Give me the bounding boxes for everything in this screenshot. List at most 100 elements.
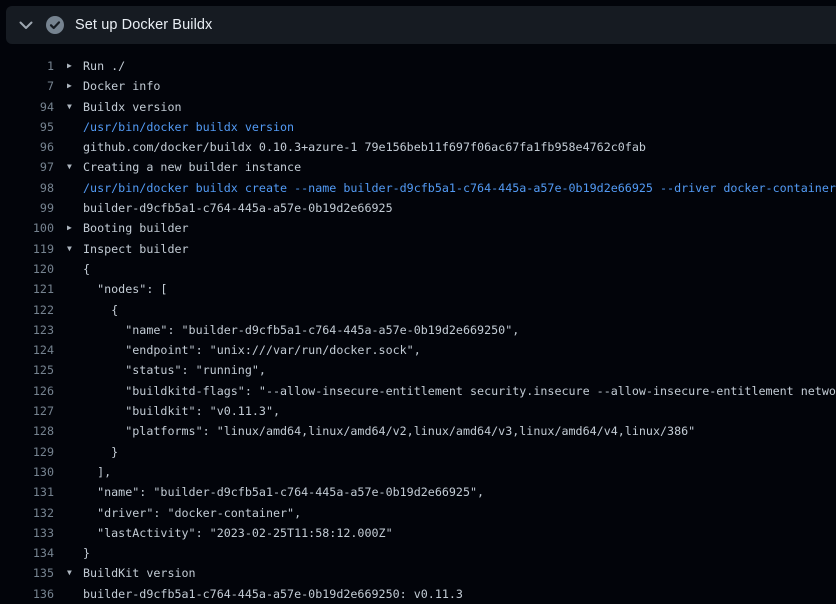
caret-icon[interactable]: ▼ xyxy=(54,239,83,259)
chevron-down-icon[interactable] xyxy=(19,21,33,30)
line-number-link[interactable]: 121 xyxy=(0,279,54,299)
caret-icon xyxy=(54,360,83,380)
log-text: "driver": "docker-container", xyxy=(83,503,301,523)
caret-icon xyxy=(54,381,83,401)
line-number-link[interactable]: 134 xyxy=(0,543,54,563)
log-line: 123 "name": "builder-d9cfb5a1-c764-445a-… xyxy=(0,320,836,340)
log-line: 98 /usr/bin/docker buildx create --name … xyxy=(0,178,836,198)
log-text: "buildkitd-flags": "--allow-insecure-ent… xyxy=(83,381,836,401)
log-text: "buildkit": "v0.11.3", xyxy=(83,401,280,421)
line-number-link[interactable]: 94 xyxy=(0,97,54,117)
log-line: 125 "status": "running", xyxy=(0,360,836,380)
line-number-link[interactable]: 132 xyxy=(0,503,54,523)
log-line[interactable]: 100 ▶ Booting builder xyxy=(0,218,836,238)
log-text: /usr/bin/docker buildx create --name bui… xyxy=(83,178,836,198)
log-text: ], xyxy=(83,462,111,482)
caret-icon xyxy=(54,137,83,157)
log-line: 124 "endpoint": "unix:///var/run/docker.… xyxy=(0,340,836,360)
line-number-link[interactable]: 128 xyxy=(0,421,54,441)
log-line: 120 { xyxy=(0,259,836,279)
caret-icon xyxy=(54,442,83,462)
log-line: 96 github.com/docker/buildx 0.10.3+azure… xyxy=(0,137,836,157)
log-text: "platforms": "linux/amd64,linux/amd64/v2… xyxy=(83,421,695,441)
caret-icon[interactable]: ▼ xyxy=(54,97,83,117)
log-text: github.com/docker/buildx 0.10.3+azure-1 … xyxy=(83,137,646,157)
log-line: 131 "name": "builder-d9cfb5a1-c764-445a-… xyxy=(0,482,836,502)
log-text: /usr/bin/docker buildx version xyxy=(83,117,294,137)
line-number-link[interactable]: 120 xyxy=(0,259,54,279)
log-line: 95 /usr/bin/docker buildx version xyxy=(0,117,836,137)
line-number-link[interactable]: 131 xyxy=(0,482,54,502)
log-line: 128 "platforms": "linux/amd64,linux/amd6… xyxy=(0,421,836,441)
line-number-link[interactable]: 99 xyxy=(0,198,54,218)
line-number-link[interactable]: 135 xyxy=(0,563,54,583)
caret-icon[interactable]: ▼ xyxy=(54,563,83,583)
log-text: "name": "builder-d9cfb5a1-c764-445a-a57e… xyxy=(83,320,519,340)
line-number-link[interactable]: 129 xyxy=(0,442,54,462)
log-text: Run ./ xyxy=(83,56,125,76)
actions-log-viewer: Set up Docker Buildx 1 ▶ Run ./ 7 ▶ Dock… xyxy=(0,0,836,604)
caret-icon xyxy=(54,320,83,340)
log-line: 133 "lastActivity": "2023-02-25T11:58:12… xyxy=(0,523,836,543)
caret-icon xyxy=(54,340,83,360)
log-text: builder-d9cfb5a1-c764-445a-a57e-0b19d2e6… xyxy=(83,198,393,218)
line-number-link[interactable]: 127 xyxy=(0,401,54,421)
log-text: "lastActivity": "2023-02-25T11:58:12.000… xyxy=(83,523,393,543)
line-number-link[interactable]: 124 xyxy=(0,340,54,360)
log-line[interactable]: 94 ▼ Buildx version xyxy=(0,97,836,117)
log-area: 1 ▶ Run ./ 7 ▶ Docker info 94 ▼ Buildx v… xyxy=(0,56,836,604)
log-line: 130 ], xyxy=(0,462,836,482)
line-number-link[interactable]: 126 xyxy=(0,381,54,401)
log-line[interactable]: 7 ▶ Docker info xyxy=(0,76,836,96)
step-title: Set up Docker Buildx xyxy=(75,17,212,33)
step-header[interactable]: Set up Docker Buildx xyxy=(6,6,836,44)
log-text: } xyxy=(83,543,90,563)
log-line: 126 "buildkitd-flags": "--allow-insecure… xyxy=(0,381,836,401)
caret-icon xyxy=(54,462,83,482)
line-number-link[interactable]: 122 xyxy=(0,300,54,320)
log-line: 127 "buildkit": "v0.11.3", xyxy=(0,401,836,421)
caret-icon xyxy=(54,503,83,523)
caret-icon[interactable]: ▼ xyxy=(54,157,83,177)
line-number-link[interactable]: 125 xyxy=(0,360,54,380)
log-line: 136 builder-d9cfb5a1-c764-445a-a57e-0b19… xyxy=(0,584,836,604)
caret-icon xyxy=(54,482,83,502)
line-number-link[interactable]: 130 xyxy=(0,462,54,482)
log-line[interactable]: 97 ▼ Creating a new builder instance xyxy=(0,157,836,177)
line-number-link[interactable]: 98 xyxy=(0,178,54,198)
log-text: { xyxy=(83,300,118,320)
line-number-link[interactable]: 123 xyxy=(0,320,54,340)
caret-icon xyxy=(54,584,83,604)
line-number-link[interactable]: 119 xyxy=(0,239,54,259)
line-number-link[interactable]: 133 xyxy=(0,523,54,543)
line-number-link[interactable]: 7 xyxy=(0,76,54,96)
line-number-link[interactable]: 96 xyxy=(0,137,54,157)
log-line[interactable]: 119 ▼ Inspect builder xyxy=(0,239,836,259)
log-text: Buildx version xyxy=(83,97,182,117)
line-number-link[interactable]: 1 xyxy=(0,56,54,76)
caret-icon xyxy=(54,421,83,441)
log-text: Creating a new builder instance xyxy=(83,157,301,177)
log-text: builder-d9cfb5a1-c764-445a-a57e-0b19d2e6… xyxy=(83,584,463,604)
caret-icon xyxy=(54,198,83,218)
log-text: Docker info xyxy=(83,76,160,96)
caret-icon[interactable]: ▶ xyxy=(54,76,83,96)
log-line[interactable]: 1 ▶ Run ./ xyxy=(0,56,836,76)
log-text: Booting builder xyxy=(83,218,189,238)
log-text: "nodes": [ xyxy=(83,279,167,299)
log-line: 99 builder-d9cfb5a1-c764-445a-a57e-0b19d… xyxy=(0,198,836,218)
line-number-link[interactable]: 100 xyxy=(0,218,54,238)
caret-icon[interactable]: ▶ xyxy=(54,218,83,238)
caret-icon xyxy=(54,523,83,543)
caret-icon xyxy=(54,401,83,421)
log-line[interactable]: 135 ▼ BuildKit version xyxy=(0,563,836,583)
caret-icon[interactable]: ▶ xyxy=(54,56,83,76)
log-text: Inspect builder xyxy=(83,239,189,259)
log-text: { xyxy=(83,259,90,279)
line-number-link[interactable]: 97 xyxy=(0,157,54,177)
caret-icon xyxy=(54,178,83,198)
log-line: 122 { xyxy=(0,300,836,320)
line-number-link[interactable]: 136 xyxy=(0,584,54,604)
line-number-link[interactable]: 95 xyxy=(0,117,54,137)
log-text: "endpoint": "unix:///var/run/docker.sock… xyxy=(83,340,421,360)
